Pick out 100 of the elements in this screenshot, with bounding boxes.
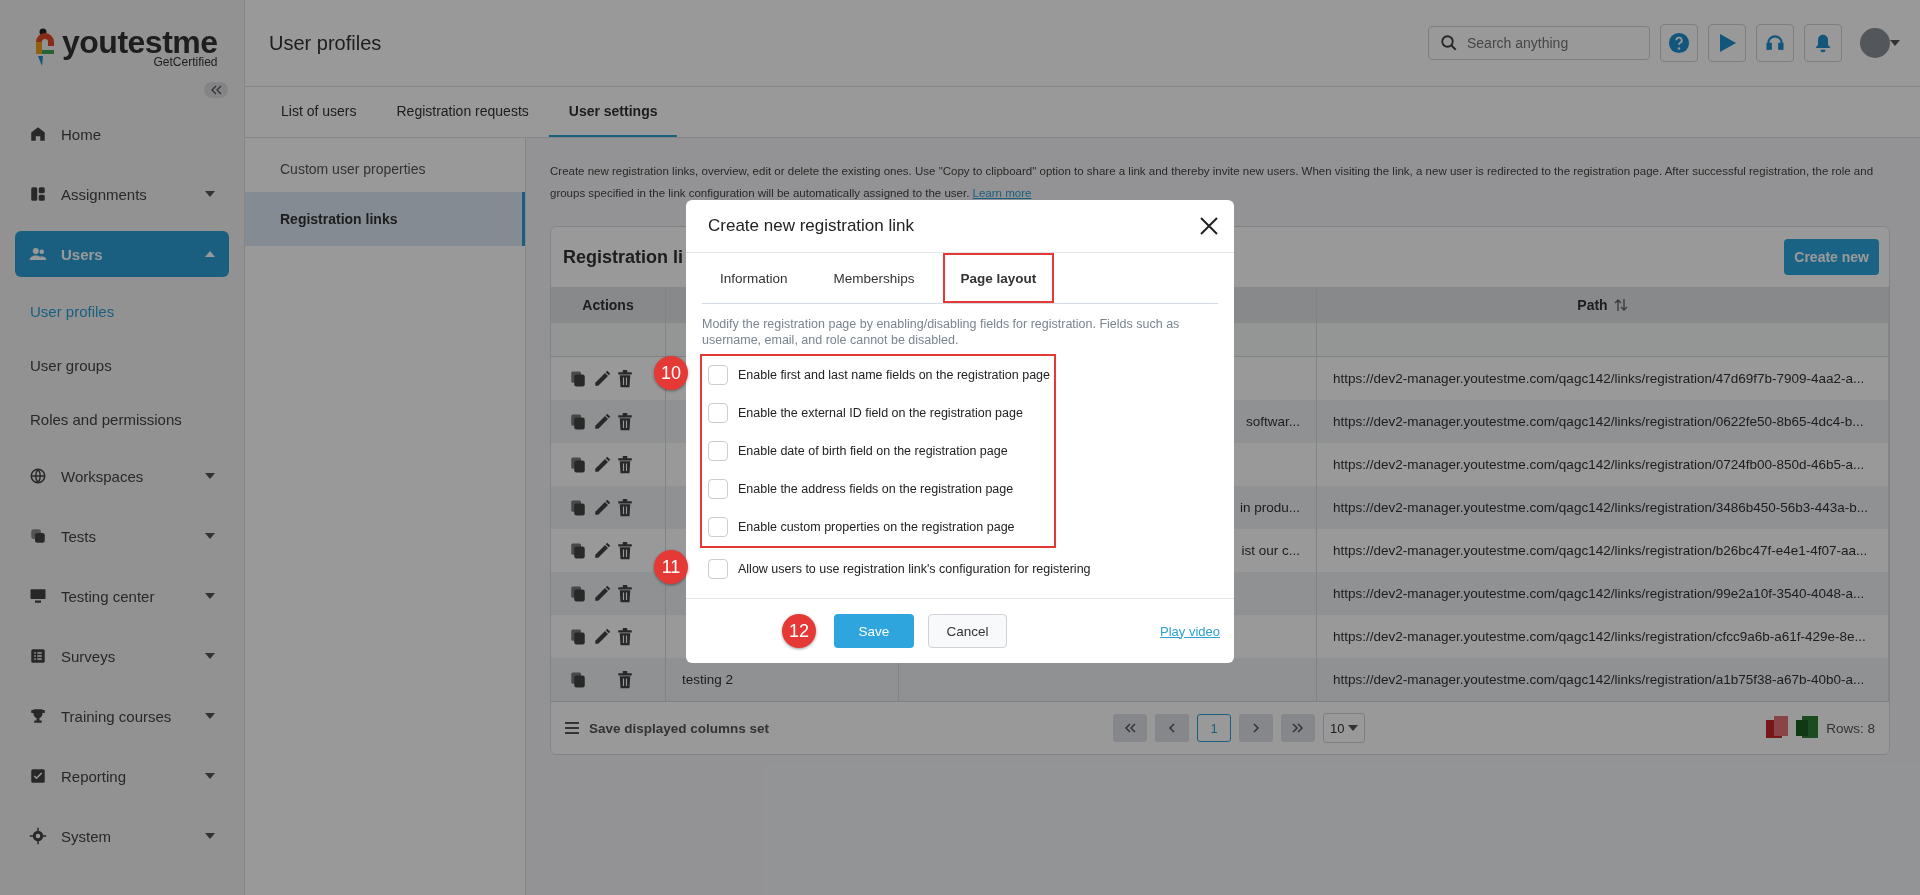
- nav-item[interactable]: Training courses: [15, 693, 229, 739]
- search-field[interactable]: Search anything: [1428, 26, 1650, 60]
- checkbox-label[interactable]: Enable date of birth field on the registration page: [738, 444, 1008, 458]
- delete-icon[interactable]: [617, 498, 633, 517]
- sort-icon[interactable]: [1613, 298, 1628, 312]
- logo-icon: [34, 28, 56, 68]
- tab[interactable]: Page layout: [942, 253, 1055, 303]
- edit-icon[interactable]: [593, 369, 611, 388]
- checkbox-label[interactable]: Enable the address fields on the registration page: [738, 482, 1014, 496]
- nav-item[interactable]: Assignments: [15, 171, 229, 217]
- copy-icon[interactable]: [569, 541, 587, 560]
- pdf-icon[interactable]: [1766, 716, 1789, 740]
- close-button[interactable]: [1200, 217, 1218, 235]
- delete-icon[interactable]: [617, 670, 633, 689]
- table-cell: https://dev2-manager.youtestme.com/qagc142/links/registration/a1b75f38-a67b-40b0-a...: [1333, 672, 1865, 687]
- play-button[interactable]: [1708, 24, 1746, 62]
- notifications-button[interactable]: [1804, 24, 1842, 62]
- delete-icon[interactable]: [617, 541, 633, 560]
- delete-icon[interactable]: [617, 455, 633, 474]
- dialog-note: Modify the registration page by enabling/disabling fields for registration. Fields such as username, email, and role cannot be disabled.: [702, 316, 1181, 348]
- copy-icon[interactable]: [569, 369, 587, 388]
- copy-icon[interactable]: [569, 584, 587, 603]
- nav-subitem[interactable]: User groups: [15, 338, 229, 392]
- trophy-icon: [29, 707, 47, 725]
- settings-menu-item[interactable]: Registration links: [245, 192, 525, 246]
- headset-button[interactable]: [1756, 24, 1794, 62]
- table-cell: https://dev2-manager.youtestme.com/qagc142/links/registration/cfcc9a6b-a61f-429e-8e...: [1333, 629, 1866, 644]
- nav-item[interactable]: Workspaces: [15, 453, 229, 499]
- play-video-link[interactable]: Play video: [1160, 623, 1220, 639]
- help-button[interactable]: [1660, 24, 1698, 62]
- caret-icon: [205, 473, 215, 479]
- collapse-button[interactable]: [204, 82, 228, 98]
- delete-icon[interactable]: [617, 412, 633, 431]
- tab[interactable]: Information: [702, 253, 806, 303]
- caret-icon: [1890, 40, 1900, 46]
- nav-item[interactable]: Reporting: [15, 753, 229, 799]
- copy-icon[interactable]: [569, 412, 587, 431]
- edit-icon[interactable]: [593, 498, 611, 517]
- double-chevron-icon: [1124, 723, 1136, 733]
- delete-icon[interactable]: [617, 369, 633, 388]
- bell-icon: [1813, 33, 1833, 53]
- checkbox-label[interactable]: Enable the external ID field on the registration page: [738, 406, 1023, 420]
- save-button[interactable]: Save: [834, 614, 914, 648]
- excel-icon[interactable]: [1796, 716, 1819, 740]
- checkbox[interactable]: [708, 479, 728, 499]
- checkbox[interactable]: [708, 441, 728, 461]
- table-cell: https://dev2-manager.youtestme.com/qagc142/links/registration/0724fb00-850d-46b5-a...: [1333, 457, 1865, 472]
- caret-icon: [205, 653, 215, 659]
- help-icon: [1668, 32, 1690, 54]
- nav-item[interactable]: Home: [15, 111, 229, 157]
- edit-icon[interactable]: [593, 584, 611, 603]
- nav-subitem[interactable]: Roles and permissions: [15, 392, 229, 446]
- chevron-icon: [1168, 723, 1176, 733]
- copy-icon[interactable]: [569, 627, 587, 646]
- settings-menu-item[interactable]: Custom user properties: [245, 146, 525, 192]
- nav-item[interactable]: Testing center: [15, 573, 229, 619]
- caret-icon: [1348, 725, 1359, 731]
- tab[interactable]: Memberships: [815, 253, 933, 303]
- column-header[interactable]: Path: [1577, 297, 1608, 313]
- copy-icon[interactable]: [569, 670, 587, 689]
- checkbox-label[interactable]: Enable first and last name fields on the registration page: [738, 368, 1050, 382]
- table-cell: https://dev2-manager.youtestme.com/qagc142/links/registration/47d69f7b-7909-4aa2-a...: [1333, 371, 1865, 386]
- checkbox[interactable]: [708, 559, 728, 579]
- page-button[interactable]: 1: [1197, 714, 1231, 742]
- delete-icon[interactable]: [617, 627, 633, 646]
- checkbox-label[interactable]: Enable custom properties on the registration page: [738, 520, 1015, 534]
- copy-icon[interactable]: [569, 455, 587, 474]
- search-icon: [1440, 34, 1458, 52]
- save-columns-link[interactable]: Save displayed columns set: [589, 720, 770, 736]
- checkbox[interactable]: [708, 403, 728, 423]
- nav-item[interactable]: Tests: [15, 513, 229, 559]
- avatar[interactable]: [1860, 28, 1890, 58]
- edit-icon[interactable]: [593, 627, 611, 646]
- rows-count: Rows: 8: [1826, 720, 1875, 736]
- edit-icon[interactable]: [593, 541, 611, 560]
- nav-item[interactable]: Users: [15, 231, 229, 277]
- delete-icon[interactable]: [617, 584, 633, 603]
- tab[interactable]: Registration requests: [376, 87, 549, 137]
- checkbox[interactable]: [708, 365, 728, 385]
- page-size-select[interactable]: 10: [1323, 713, 1366, 743]
- caret-icon: [205, 773, 215, 779]
- nav-item[interactable]: System: [15, 813, 229, 859]
- edit-icon[interactable]: [593, 455, 611, 474]
- table-cell: https://dev2-manager.youtestme.com/qagc142/links/registration/b26bc47f-e4e1-4f07-aa...: [1333, 543, 1868, 558]
- edit-icon[interactable]: [593, 412, 611, 431]
- caret-icon: [205, 593, 215, 599]
- copy-icon[interactable]: [569, 498, 587, 517]
- caret-icon: [205, 251, 215, 257]
- table-cell: testing 2: [682, 672, 734, 687]
- column-header: Actions: [582, 297, 634, 313]
- cancel-button[interactable]: Cancel: [928, 614, 1007, 648]
- globe-icon: [29, 467, 47, 485]
- checkbox-label[interactable]: Allow users to use registration link's configuration for registering: [738, 562, 1091, 576]
- home-icon: [29, 125, 47, 143]
- nav-item[interactable]: Surveys: [15, 633, 229, 679]
- checkbox[interactable]: [708, 517, 728, 537]
- headset-icon: [1765, 33, 1785, 53]
- table-cell: https://dev2-manager.youtestme.com/qagc142/links/registration/3486b450-56b3-443a-b...: [1333, 500, 1869, 515]
- tab[interactable]: User settings: [548, 87, 678, 137]
- tab[interactable]: List of users: [261, 87, 377, 137]
